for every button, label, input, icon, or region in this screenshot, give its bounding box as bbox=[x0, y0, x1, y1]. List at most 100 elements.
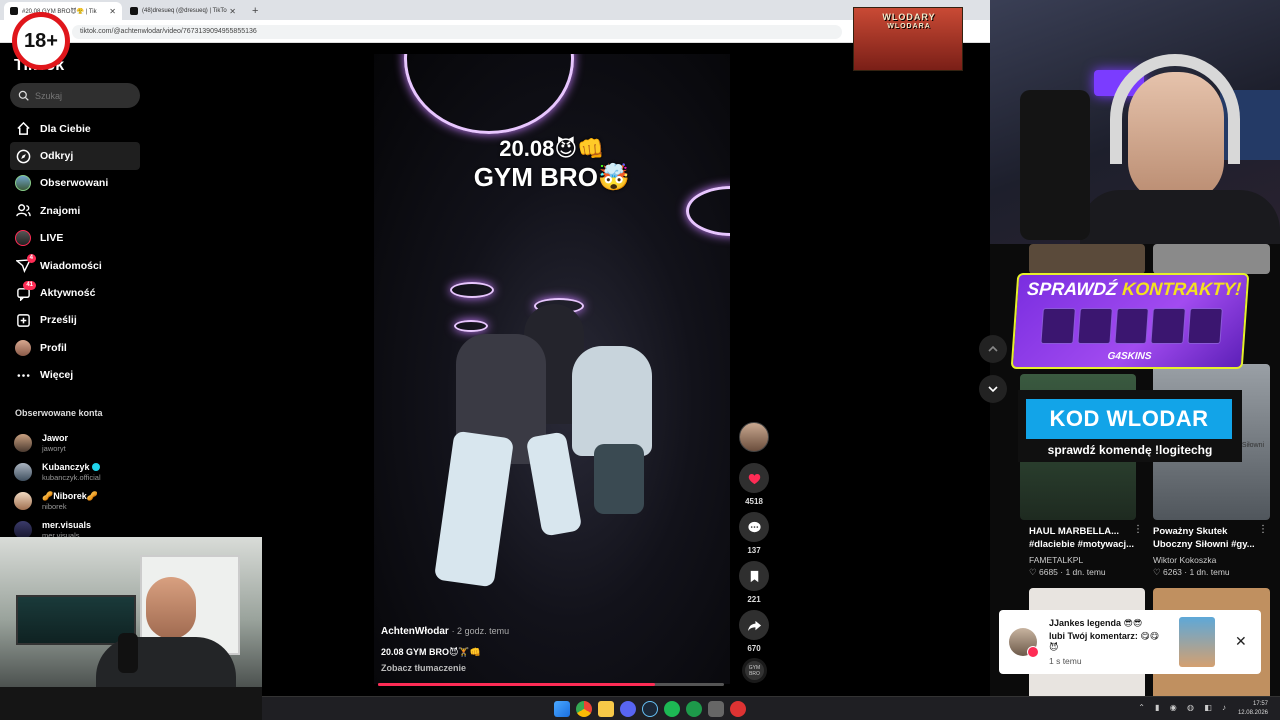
sidebar-item-znajomi[interactable]: Znajomi bbox=[10, 197, 140, 224]
video-overlay-line1: 20.08😈👊 bbox=[499, 136, 605, 161]
followed-account[interactable]: Kubanczyk kubanczyk.official bbox=[14, 457, 144, 486]
reco-author[interactable]: FAMETALKPL bbox=[1029, 555, 1083, 565]
promo-title: SPRAWDŹ KONTRAKTY! bbox=[1026, 279, 1242, 299]
wlodary-line1: WLODARY bbox=[882, 12, 936, 22]
tiktok-favicon-icon bbox=[130, 7, 138, 15]
comment-button[interactable] bbox=[739, 512, 769, 542]
person-head bbox=[146, 577, 196, 639]
sidebar-item-obserwowani[interactable]: Obserwowani bbox=[10, 170, 140, 197]
spotify-alt-icon[interactable] bbox=[686, 701, 702, 717]
heart-icon bbox=[1027, 646, 1039, 658]
sidebar-item-przeslij[interactable]: Prześlij bbox=[10, 307, 140, 334]
avatar bbox=[14, 462, 32, 481]
activity-icon: 41 bbox=[14, 281, 36, 302]
account-name: Jawor bbox=[42, 432, 69, 443]
close-icon[interactable]: ✕ bbox=[1235, 633, 1247, 650]
views-icon: ♡ bbox=[1029, 567, 1039, 577]
sidebar-item-odkryj[interactable]: Odkryj bbox=[10, 142, 140, 170]
sidebar-item-label: Wiadomości bbox=[40, 259, 102, 272]
music-disc[interactable]: GYM BRO bbox=[742, 658, 767, 683]
neon-ring bbox=[450, 282, 494, 298]
browser-tab-active[interactable]: #20.08 GYM BRO😈😤 | Tik ✕ bbox=[4, 2, 122, 20]
spotify-icon[interactable] bbox=[664, 701, 680, 717]
account-name: Kubanczyk bbox=[42, 461, 90, 472]
sidebar-item-wiadomosci[interactable]: 4 Wiadomości bbox=[10, 252, 140, 279]
avatar bbox=[14, 520, 32, 539]
system-clock[interactable]: 17:57 12.08.2026 bbox=[1238, 700, 1268, 718]
neon-ring bbox=[686, 186, 730, 236]
search-input[interactable] bbox=[35, 90, 135, 101]
sidebar-item-label: LIVE bbox=[40, 232, 64, 245]
previous-video-button[interactable] bbox=[979, 335, 1007, 363]
promo-brand: G4SKINS bbox=[1107, 351, 1152, 362]
search-box[interactable] bbox=[10, 83, 140, 108]
account-handle: kubanczyk.official bbox=[42, 472, 101, 482]
tab-close-icon[interactable]: ✕ bbox=[229, 7, 236, 16]
reco-more-icon[interactable]: ⋮ bbox=[1258, 524, 1268, 535]
more-dots-icon bbox=[14, 366, 32, 384]
reco-title[interactable]: Poważny Skutek Uboczny Siłowni #gy... bbox=[1153, 525, 1268, 551]
bookmark-icon bbox=[750, 570, 758, 582]
video-author[interactable]: AchtenWłodar · 2 godz. temu bbox=[381, 626, 509, 637]
new-tab-button[interactable]: + bbox=[244, 2, 266, 20]
desk bbox=[0, 687, 262, 720]
address-bar-row: tiktok.com/@achtenwlodar/video/767313909… bbox=[0, 20, 990, 43]
person-figure bbox=[572, 346, 652, 456]
author-name: AchtenWłodar bbox=[381, 626, 449, 637]
comment-action[interactable]: 137 bbox=[738, 512, 770, 555]
creator-avatar[interactable] bbox=[739, 422, 769, 452]
sidebar-item-profil[interactable]: Profil bbox=[10, 334, 140, 361]
streamer-webcam bbox=[990, 0, 1280, 244]
video-progress-bar[interactable] bbox=[378, 683, 724, 686]
reco-thumbnail[interactable] bbox=[1029, 244, 1145, 274]
browser-icon[interactable] bbox=[708, 701, 724, 717]
account-handle: niborek bbox=[42, 501, 67, 511]
second-webcam bbox=[0, 537, 262, 720]
comment-count: 137 bbox=[747, 546, 761, 555]
file-explorer-icon[interactable] bbox=[598, 701, 614, 717]
video-player[interactable]: 20.08😈👊 GYM BRO🤯 bbox=[374, 54, 730, 684]
reco-author[interactable]: Wiktor Kokoszka bbox=[1153, 555, 1216, 565]
tab-close-icon[interactable]: ✕ bbox=[109, 7, 116, 16]
followed-account[interactable]: Jawor jaworyt bbox=[14, 428, 144, 457]
reco-more-icon[interactable]: ⋮ bbox=[1133, 524, 1143, 535]
browser-tab-bar: #20.08 GYM BRO😈😤 | Tik ✕ (48)dresueq (@d… bbox=[0, 0, 990, 20]
person-legs bbox=[433, 430, 515, 588]
account-name: mer.visuals bbox=[42, 519, 92, 530]
translate-link[interactable]: Zobacz tłumaczenie bbox=[381, 663, 466, 673]
like-notification[interactable]: JJankes legenda 😎😎 lubi Twój komentarz: … bbox=[999, 610, 1261, 674]
video-overlay-line2: GYM BRO🤯 bbox=[473, 162, 631, 192]
reco-title[interactable]: HAUL MARBELLA... #dlaciebie #motywacj... bbox=[1029, 525, 1144, 551]
app-icon[interactable] bbox=[730, 701, 746, 717]
like-button[interactable] bbox=[739, 463, 769, 493]
next-video-button[interactable] bbox=[979, 375, 1007, 403]
save-button[interactable] bbox=[739, 561, 769, 591]
sidebar-item-aktywnosc[interactable]: 41 Aktywność bbox=[10, 279, 140, 306]
messages-icon: 4 bbox=[14, 253, 36, 275]
followed-accounts-heading: Obserwowane konta bbox=[15, 408, 103, 418]
browser-tab[interactable]: (48)dresueq (@dresueq) | TikTo ✕ bbox=[124, 2, 242, 20]
steam-icon[interactable] bbox=[642, 701, 658, 717]
promo-skins bbox=[1040, 308, 1223, 344]
sidebar-item-live[interactable]: LIVE bbox=[10, 225, 140, 252]
sidebar-item-wiecej[interactable]: Więcej bbox=[10, 362, 140, 389]
wlodary-banner: WLODARY WLODARA bbox=[853, 7, 963, 71]
sidebar-item-label: Profil bbox=[40, 341, 67, 354]
address-bar[interactable]: tiktok.com/@achtenwlodar/video/767313909… bbox=[72, 25, 842, 39]
followed-accounts-list: Jawor jaworyt Kubanczyk kubanczyk.officia… bbox=[14, 428, 144, 544]
discord-icon[interactable] bbox=[620, 701, 636, 717]
neon-ring bbox=[404, 54, 574, 134]
share-button[interactable] bbox=[739, 610, 769, 640]
reco-thumbnail[interactable] bbox=[1153, 244, 1270, 274]
avatar bbox=[14, 491, 32, 510]
notification-line1: JJankes legenda 😎😎 bbox=[1049, 618, 1143, 628]
like-action[interactable]: 4518 bbox=[738, 463, 770, 506]
sidebar-item-dla-ciebie[interactable]: Dla Ciebie bbox=[10, 115, 140, 142]
share-action[interactable]: 670 bbox=[738, 610, 770, 653]
followed-account[interactable]: 🥜Niborek🥜 niborek bbox=[14, 486, 144, 515]
windows-start-icon[interactable] bbox=[554, 701, 570, 717]
save-action[interactable]: 221 bbox=[738, 561, 770, 604]
messages-badge: 4 bbox=[26, 253, 36, 263]
chrome-icon[interactable] bbox=[576, 701, 592, 717]
system-tray-icons[interactable]: ⌃ ▮ ◉ ◍ ◧ ♪ bbox=[1138, 703, 1230, 712]
